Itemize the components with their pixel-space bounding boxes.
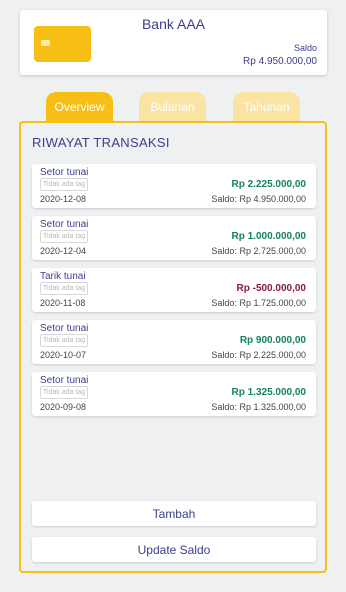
transaction-type: Setor tunai [40,375,89,386]
transaction-tag: Tidak ada tag [40,178,89,191]
transaction-item[interactable]: Setor tunai Tidak ada tag 2020-12-04 Rp … [32,216,316,260]
transaction-item[interactable]: Setor tunai Tidak ada tag 2020-10-07 Rp … [32,320,316,364]
transaction-type: Setor tunai [40,323,89,334]
transaction-balance: Saldo: Rp 2.225.000,00 [211,350,306,360]
panel-title: RIWAYAT TRANSAKSI [32,135,170,150]
transaction-amount: Rp -500.000,00 [236,283,307,294]
update-saldo-button[interactable]: Update Saldo [32,537,316,562]
transaction-balance: Saldo: Rp 4.950.000,00 [211,194,306,204]
transaction-item[interactable]: Tarik tunai Tidak ada tag 2020-11-08 Rp … [32,268,316,312]
transaction-type: Setor tunai [40,167,89,178]
transaction-tag: Tidak ada tag [40,282,89,295]
saldo-value: Rp 4.950.000,00 [243,56,317,67]
add-transaction-button[interactable]: Tambah [32,501,316,526]
transaction-type: Setor tunai [40,219,89,230]
bank-name: Bank AAA [141,16,206,32]
tab-overview[interactable]: Overview [46,92,113,122]
card-chip [41,40,50,46]
transaction-date: 2020-11-08 [40,298,86,308]
tab-bulanan[interactable]: Bulanan [139,92,206,122]
transaction-amount: Rp 2.225.000,00 [231,179,307,190]
transaction-item[interactable]: Setor tunai Tidak ada tag 2020-09-08 Rp … [32,372,316,416]
transaction-history-panel: RIWAYAT TRANSAKSI Setor tunai Tidak ada … [19,121,327,573]
transaction-balance: Saldo: Rp 1.725.000,00 [211,298,306,308]
transaction-date: 2020-10-07 [40,350,87,360]
transaction-date: 2020-12-04 [40,246,87,256]
account-card[interactable]: Bank AAA Saldo Rp 4.950.000,00 [20,10,327,75]
transaction-balance: Saldo: Rp 2.725.000,00 [211,246,306,256]
transaction-tag: Tidak ada tag [40,230,89,243]
saldo-label: Saldo [293,43,317,53]
tab-tahunan[interactable]: Tahunan [233,92,300,122]
transaction-item[interactable]: Setor tunai Tidak ada tag 2020-12-08 Rp … [32,164,316,208]
transaction-tag: Tidak ada tag [40,386,89,399]
transaction-amount: Rp 900.000,00 [239,335,306,346]
transaction-amount: Rp 1.325.000,00 [231,387,307,398]
transaction-balance: Saldo: Rp 1.325.000,00 [211,402,306,412]
transaction-type: Tarik tunai [40,271,86,282]
transaction-amount: Rp 1.000.000,00 [231,231,307,242]
transaction-date: 2020-09-08 [40,402,87,412]
transaction-tag: Tidak ada tag [40,334,89,347]
transaction-date: 2020-12-08 [40,194,87,204]
